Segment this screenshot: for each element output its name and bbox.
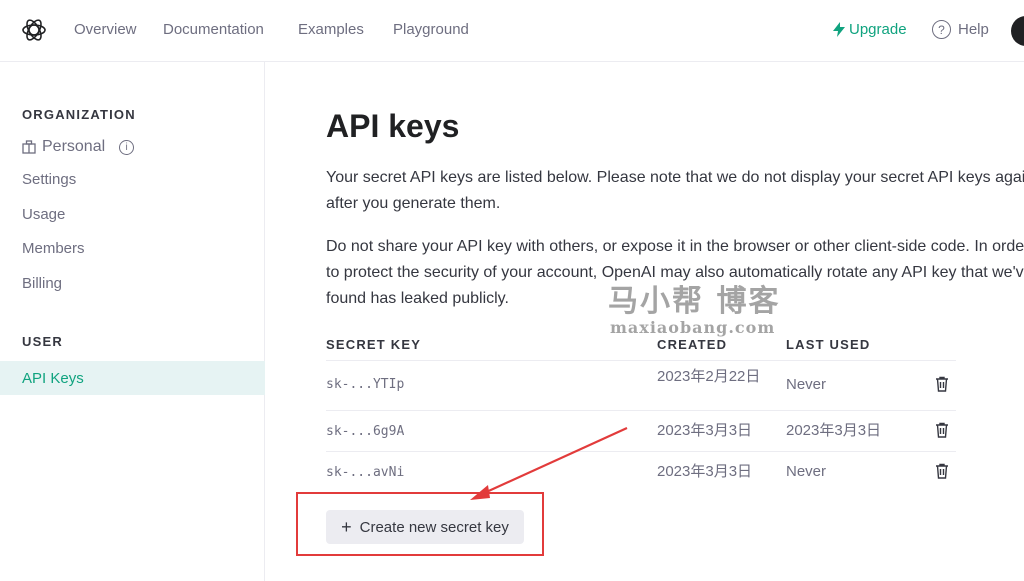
sidebar-heading-user: USER [22, 334, 63, 349]
nav-overview[interactable]: Overview [74, 21, 137, 38]
column-header-last-used: LAST USED [786, 337, 871, 352]
page-title: API keys [326, 108, 460, 144]
secret-key-cell: sk-...6g9A [326, 424, 405, 439]
table-divider [326, 410, 956, 411]
api-keys-page: Overview Documentation Examples Playgrou… [0, 0, 1024, 581]
upgrade-label: Upgrade [849, 21, 907, 38]
sidebar: ORGANIZATION Personal i Settings Usage M… [0, 62, 265, 581]
help-label: Help [958, 21, 989, 38]
table-divider [326, 451, 956, 452]
upgrade-button[interactable]: Upgrade [833, 21, 907, 38]
info-icon[interactable]: i [119, 139, 135, 155]
openai-logo-icon[interactable] [21, 17, 47, 43]
question-circle-icon: ? [932, 20, 951, 39]
building-icon [22, 140, 36, 154]
last-used-cell: Never [786, 463, 827, 480]
nav-examples[interactable]: Examples [298, 21, 364, 38]
trash-icon[interactable] [935, 376, 949, 392]
created-cell: 2023年2月22日 [657, 368, 761, 385]
sidebar-item-members[interactable]: Members [22, 240, 85, 257]
sidebar-item-api-keys[interactable]: API Keys [0, 361, 265, 395]
help-button[interactable]: ? Help [932, 20, 989, 39]
sidebar-item-billing[interactable]: Billing [22, 275, 62, 292]
column-header-created: CREATED [657, 337, 728, 352]
description-paragraph: Your secret API keys are listed below. P… [326, 169, 1024, 212]
sidebar-item-usage[interactable]: Usage [22, 206, 65, 223]
watermark-text: 马小帮 博客 [608, 284, 781, 319]
sidebar-item-settings[interactable]: Settings [22, 171, 76, 188]
trash-icon[interactable] [935, 463, 949, 479]
secret-key-cell: sk-...avNi [326, 465, 405, 480]
top-navigation: Overview Documentation Examples Playgrou… [0, 0, 1024, 62]
last-used-cell: Never [786, 376, 827, 393]
table-divider [326, 360, 956, 361]
bolt-icon [833, 22, 845, 37]
nav-playground[interactable]: Playground [393, 21, 469, 38]
trash-icon[interactable] [935, 422, 949, 438]
nav-documentation[interactable]: Documentation [163, 21, 264, 38]
secret-key-cell: sk-...YTIp [326, 377, 405, 392]
sidebar-item-personal[interactable]: Personal i [22, 138, 135, 156]
avatar[interactable] [1011, 16, 1024, 46]
last-used-cell: 2023年3月3日 [786, 422, 882, 439]
created-cell: 2023年3月3日 [657, 463, 753, 480]
annotation-highlight-box [296, 492, 544, 556]
watermark-url: maxiaobang.com [610, 318, 776, 337]
created-cell: 2023年3月3日 [657, 422, 753, 439]
column-header-secret-key: SECRET KEY [326, 337, 422, 352]
sidebar-heading-organization: ORGANIZATION [22, 107, 136, 122]
sidebar-item-personal-label: Personal [42, 138, 106, 155]
